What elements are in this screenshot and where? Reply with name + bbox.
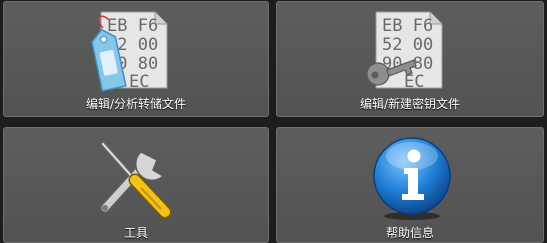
tools-icon xyxy=(99,142,172,219)
hex-line-1: EB F6 xyxy=(382,16,433,36)
info-icon xyxy=(373,137,451,220)
hex-line-4: EC xyxy=(129,72,149,92)
tile-label: 编辑/分析转储文件 xyxy=(85,97,187,111)
hex-line-2: 52 00 xyxy=(382,35,433,55)
edit-new-keyfile-tile[interactable]: EB F6 52 00 90 80 EC 编辑/新建密钥文件 xyxy=(276,1,544,117)
dump-file-tag-icon: EB F6 52 00 90 80 EC xyxy=(91,11,168,92)
tile-label: 工具 xyxy=(123,226,148,240)
edit-analyze-dump-tile[interactable]: EB F6 52 00 90 80 EC 编辑/分析转储文件 xyxy=(3,1,269,117)
hex-line-1: EB F6 xyxy=(107,16,158,36)
tile-label: 帮助信息 xyxy=(385,226,434,240)
tools-tile[interactable]: 工具 xyxy=(3,127,269,243)
key-file-icon: EB F6 52 00 90 80 EC xyxy=(366,11,443,92)
help-tile[interactable]: 帮助信息 xyxy=(276,127,544,243)
tile-label: 编辑/新建密钥文件 xyxy=(359,97,461,111)
